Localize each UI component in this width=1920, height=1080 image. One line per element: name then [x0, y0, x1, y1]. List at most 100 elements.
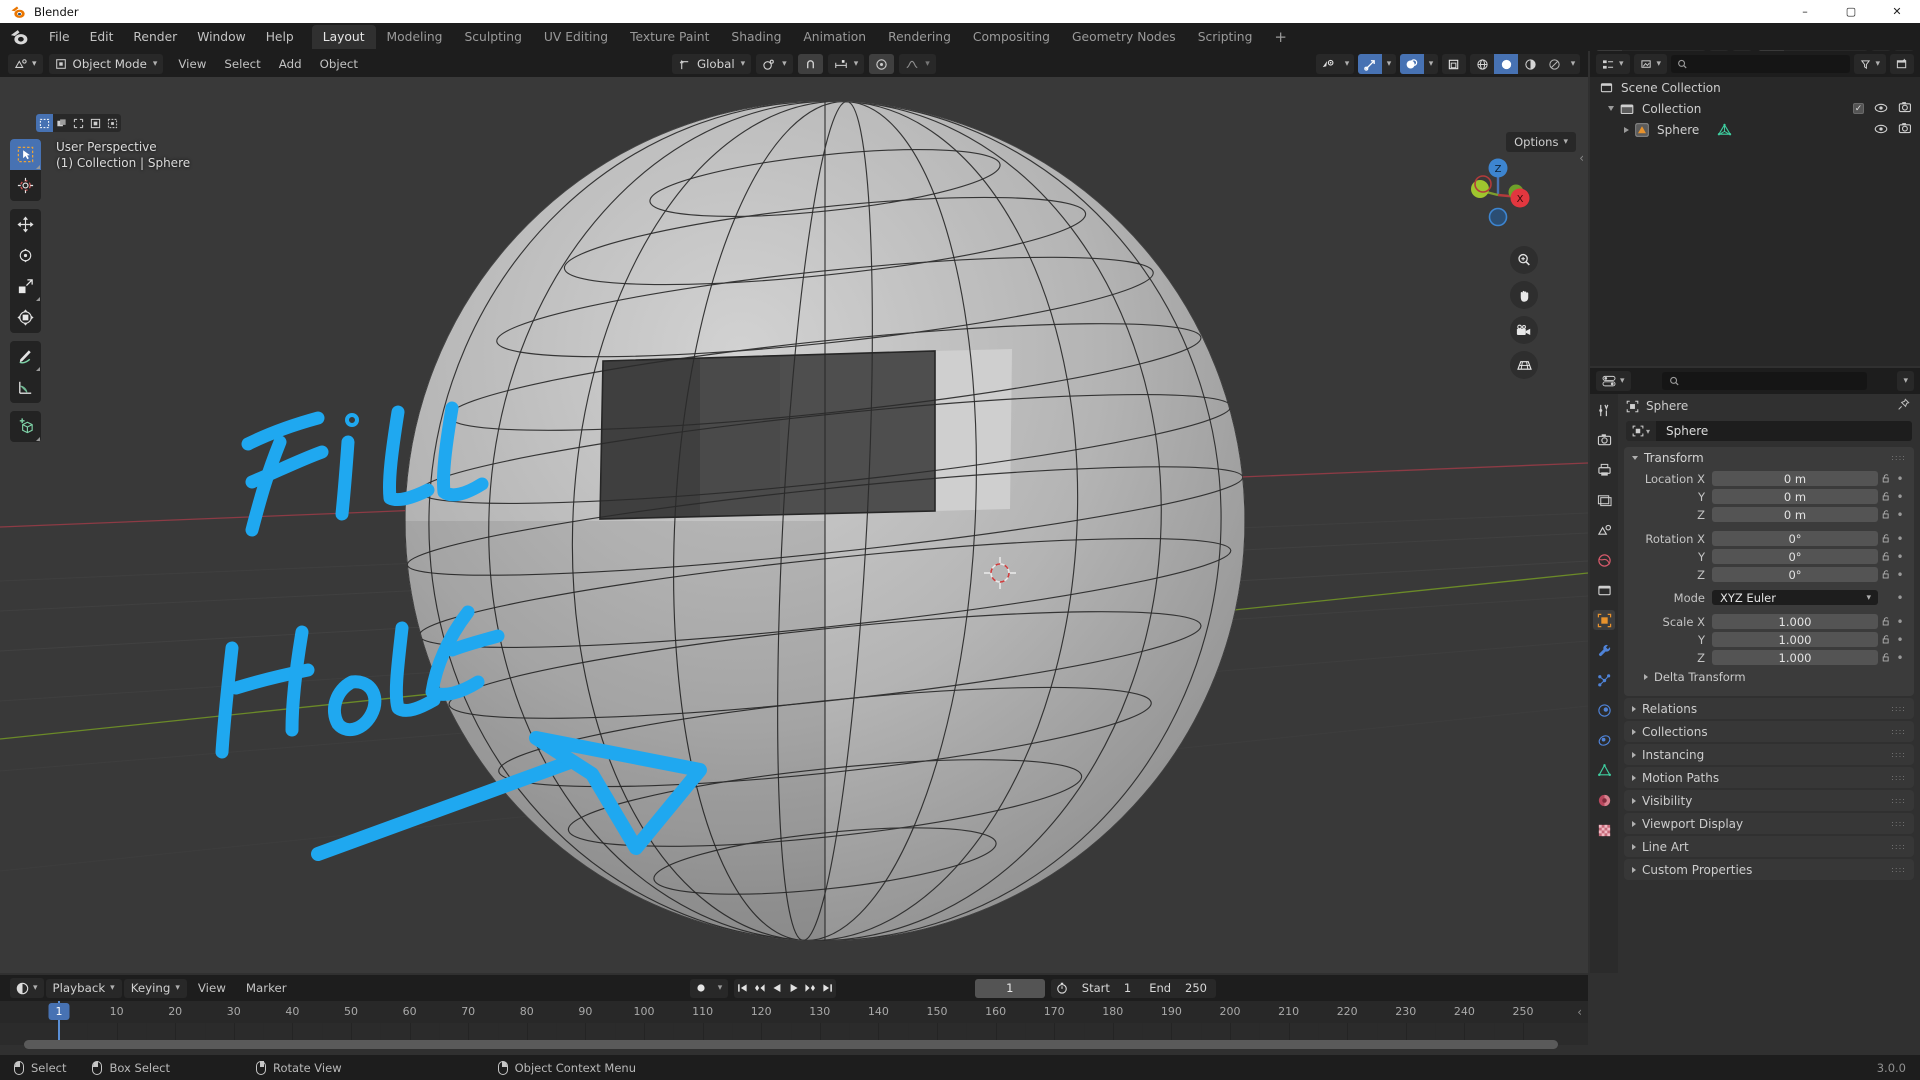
panel-visibility[interactable]: Visibility ::::: [1624, 790, 1914, 811]
viewport-options-button[interactable]: Options ▾: [1506, 132, 1576, 152]
outliner-display-mode-selector[interactable]: ▾: [1633, 54, 1668, 74]
tab-geometry-nodes[interactable]: Geometry Nodes: [1061, 25, 1187, 49]
blender-menu-icon[interactable]: [9, 27, 29, 47]
drag-handle-icon[interactable]: ::::: [1891, 704, 1906, 713]
expand-triangle-icon[interactable]: [1608, 106, 1614, 111]
panel-viewport-display[interactable]: Viewport Display ::::: [1624, 813, 1914, 834]
outliner-row-scene-collection[interactable]: Scene Collection: [1590, 77, 1920, 98]
tab-collection-properties-icon[interactable]: [1593, 580, 1615, 600]
start-frame-field[interactable]: Start 1: [1073, 979, 1140, 998]
lock-icon[interactable]: [1878, 509, 1894, 520]
transform-orientation-selector[interactable]: Global ▾: [672, 54, 752, 74]
location-z-value[interactable]: 0 m: [1712, 507, 1878, 522]
proportional-editing-toggle[interactable]: [869, 54, 895, 74]
menu-file[interactable]: File: [39, 26, 80, 48]
transform-tool[interactable]: [10, 302, 41, 333]
zoom-icon[interactable]: [1510, 246, 1538, 274]
animate-dot-icon[interactable]: •: [1894, 568, 1906, 582]
scale-tool[interactable]: [10, 271, 41, 302]
rotation-mode-value[interactable]: XYZ Euler ▾: [1712, 590, 1878, 605]
lock-icon[interactable]: [1878, 533, 1894, 544]
viewport-menu-add[interactable]: Add: [270, 54, 311, 74]
tab-animation[interactable]: Animation: [792, 25, 877, 49]
timeline-menu-view[interactable]: View: [189, 978, 235, 998]
lock-icon[interactable]: [1878, 473, 1894, 484]
scale-y-value[interactable]: 1.000: [1712, 632, 1878, 647]
object-name-value[interactable]: Sphere: [1656, 421, 1912, 441]
add-cube-tool[interactable]: [10, 411, 41, 442]
overlay-dropdown-icon[interactable]: ▾: [1424, 54, 1438, 74]
select-lasso-icon[interactable]: [87, 114, 104, 132]
measure-tool[interactable]: [10, 372, 41, 403]
lock-icon[interactable]: [1878, 551, 1894, 562]
drag-handle-icon[interactable]: ::::: [1891, 865, 1906, 874]
add-workspace-button[interactable]: +: [1263, 26, 1298, 48]
visibility-dropdown-icon[interactable]: ▾: [1340, 54, 1354, 74]
interaction-mode-selector[interactable]: Object Mode ▾: [48, 54, 164, 74]
tab-output-icon[interactable]: [1593, 460, 1615, 480]
gizmo-toggle-icon[interactable]: [1358, 54, 1382, 74]
tab-render-icon[interactable]: [1593, 430, 1615, 450]
drag-handle-icon[interactable]: ::::: [1891, 750, 1906, 759]
proportional-falloff-selector[interactable]: ▾: [899, 54, 936, 74]
gizmo-selector[interactable]: ▾: [1358, 54, 1396, 74]
tab-uv-editing[interactable]: UV Editing: [533, 25, 619, 49]
close-button[interactable]: ✕: [1874, 0, 1920, 23]
menu-edit[interactable]: Edit: [80, 26, 124, 48]
scale-y-row[interactable]: Y 1.000 •: [1632, 631, 1906, 648]
menu-render[interactable]: Render: [123, 26, 187, 48]
camera-view-icon[interactable]: [1510, 316, 1538, 344]
menu-window[interactable]: Window: [187, 26, 256, 48]
tab-texture-icon[interactable]: [1593, 820, 1615, 840]
object-name-field[interactable]: ▾ Sphere: [1626, 421, 1912, 441]
keying-menu[interactable]: Keying ▾: [123, 978, 187, 998]
rotation-x-row[interactable]: Rotation X 0° •: [1632, 530, 1906, 547]
end-frame-field[interactable]: End 250: [1140, 979, 1216, 998]
panel-instancing[interactable]: Instancing ::::: [1624, 744, 1914, 765]
visibility-selector[interactable]: ▾: [1316, 54, 1354, 74]
animate-dot-icon[interactable]: •: [1894, 651, 1906, 665]
playback-menu[interactable]: Playback ▾: [45, 978, 122, 998]
drag-handle-icon[interactable]: ::::: [1891, 796, 1906, 805]
panel-custom-properties[interactable]: Custom Properties ::::: [1624, 859, 1914, 880]
panel-motion-paths[interactable]: Motion Paths ::::: [1624, 767, 1914, 788]
mesh-data-icon[interactable]: [1717, 123, 1732, 137]
ortho-persp-icon[interactable]: [1510, 351, 1538, 379]
animate-dot-icon[interactable]: •: [1894, 508, 1906, 522]
drag-handle-icon[interactable]: ::::: [1891, 453, 1906, 462]
animate-dot-icon[interactable]: •: [1894, 490, 1906, 504]
scale-x-value[interactable]: 1.000: [1712, 614, 1878, 629]
tweak-select-tool[interactable]: [10, 139, 41, 170]
wireframe-shading-icon[interactable]: [1470, 54, 1494, 74]
rotation-mode-row[interactable]: Mode XYZ Euler ▾ •: [1632, 589, 1906, 606]
animate-dot-icon[interactable]: •: [1894, 472, 1906, 486]
select-circle-icon[interactable]: [70, 114, 87, 132]
snap-pivot-selector[interactable]: ▾: [756, 54, 793, 74]
location-x-value[interactable]: 0 m: [1712, 471, 1878, 486]
tab-tool-icon[interactable]: [1593, 400, 1615, 420]
properties-search-input[interactable]: [1661, 372, 1867, 390]
camera-render-icon[interactable]: [1898, 122, 1912, 137]
animate-dot-icon[interactable]: •: [1894, 550, 1906, 564]
lock-icon[interactable]: [1878, 569, 1894, 580]
outliner-editor[interactable]: ▾ ▾ ▾ Scene Collection Collection ✓ Sphe…: [1590, 51, 1920, 366]
outliner-row-sphere[interactable]: Sphere: [1590, 119, 1920, 140]
animate-dot-icon[interactable]: •: [1894, 591, 1906, 605]
tab-texture-paint[interactable]: Texture Paint: [619, 25, 720, 49]
minimize-button[interactable]: –: [1782, 0, 1828, 23]
3d-viewport[interactable]: ▾ Object Mode ▾ View Select Add Object G…: [0, 51, 1588, 973]
record-icon[interactable]: [690, 979, 712, 998]
delta-transform-subpanel[interactable]: Delta Transform: [1628, 667, 1910, 688]
scale-z-value[interactable]: 1.000: [1712, 650, 1878, 665]
pin-icon[interactable]: [1897, 398, 1910, 414]
tab-scene-icon[interactable]: [1593, 520, 1615, 540]
panel-line-art[interactable]: Line Art ::::: [1624, 836, 1914, 857]
auto-keying-group[interactable]: ▾: [690, 978, 728, 998]
animate-dot-icon[interactable]: •: [1894, 633, 1906, 647]
cursor-tool[interactable]: [10, 170, 41, 201]
tab-constraints-icon[interactable]: [1593, 730, 1615, 750]
gizmo-dropdown-icon[interactable]: ▾: [1382, 54, 1396, 74]
outliner-editor-type-selector[interactable]: ▾: [1596, 54, 1630, 74]
rotation-z-value[interactable]: 0°: [1712, 567, 1878, 582]
solid-shading-icon[interactable]: [1494, 54, 1518, 74]
